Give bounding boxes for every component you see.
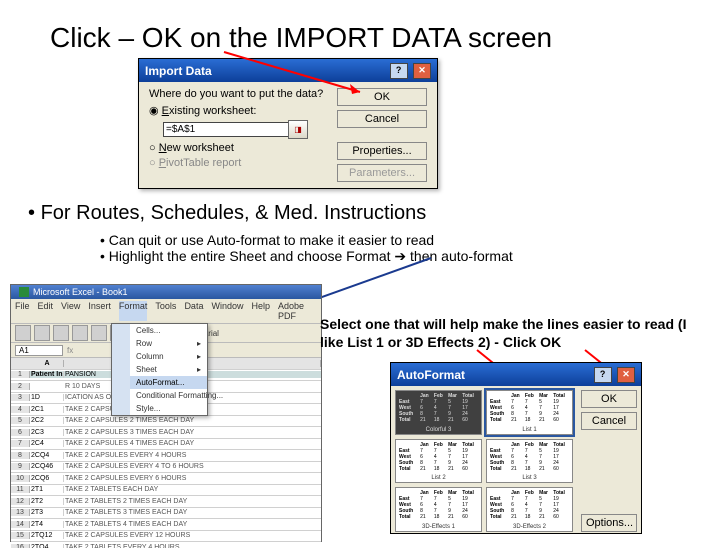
parameters-button[interactable]: Parameters... xyxy=(337,164,427,182)
preview-list-2[interactable]: JanFebMarTotalEast77519West64717South879… xyxy=(395,439,482,484)
menu-item-row[interactable]: Row▸ xyxy=(112,337,207,350)
help-button[interactable]: ? xyxy=(390,63,408,79)
help-button[interactable]: ? xyxy=(594,367,612,383)
range-picker-icon[interactable]: ◨ xyxy=(288,120,308,139)
excel-title-text: Microsoft Excel - Book1 xyxy=(33,287,128,297)
preview-3d-effects-2[interactable]: JanFebMarTotalEast77519West64717South879… xyxy=(486,487,573,532)
ok-button[interactable]: OK xyxy=(337,88,427,106)
cancel-button[interactable]: Cancel xyxy=(337,110,427,128)
table-row[interactable]: 62C3TAKE 2 CAPSULES 3 TIMES EACH DAY xyxy=(11,427,321,439)
format-menu-dropdown[interactable]: Cells...Row▸Column▸Sheet▸AutoFormat...Co… xyxy=(111,323,208,416)
instruction-text: Select one that will help make the lines… xyxy=(320,316,710,351)
excel-titlebar: Microsoft Excel - Book1 xyxy=(11,285,321,299)
close-icon[interactable]: ✕ xyxy=(617,367,635,383)
menu-tools[interactable]: Tools xyxy=(155,301,176,321)
table-row[interactable]: 142T4TAKE 2 TABLETS 4 TIMES EACH DAY xyxy=(11,519,321,531)
then-arrow-icon: ➔ xyxy=(394,248,406,264)
bullet-sub-1: Can quit or use Auto-format to make it e… xyxy=(100,232,513,248)
menu-format[interactable]: Format xyxy=(119,301,148,321)
toolbar-icon[interactable] xyxy=(72,325,88,341)
menu-item-conditional-formatting[interactable]: Conditional Formatting... xyxy=(112,389,207,402)
autoformat-titlebar: AutoFormat ? ✕ xyxy=(391,363,641,386)
page-title: Click – OK on the IMPORT DATA screen xyxy=(50,22,552,54)
toolbar-icon[interactable] xyxy=(15,325,31,341)
radio-pivot-report[interactable]: ○ PivotTable report xyxy=(149,157,331,169)
table-row[interactable]: 152TQ12TAKE 2 CAPSULES EVERY 12 HOURS xyxy=(11,531,321,543)
autoformat-preview-grid[interactable]: JanFebMarTotalEast77519West64717South879… xyxy=(391,386,577,536)
ok-button[interactable]: OK xyxy=(581,390,637,408)
menu-file[interactable]: File xyxy=(15,301,30,321)
excel-logo-icon xyxy=(19,287,29,297)
bullet-main: For Routes, Schedules, & Med. Instructio… xyxy=(28,202,426,225)
menu-item-autoformat[interactable]: AutoFormat... xyxy=(112,376,207,389)
radio-existing-worksheet[interactable]: ◉ EExisting worksheet:xisting worksheet: xyxy=(149,104,331,117)
autoformat-dialog: AutoFormat ? ✕ JanFebMarTotalEast77519We… xyxy=(390,362,642,534)
dialog-prompt: Where do you want to put the data? xyxy=(149,88,331,100)
table-row[interactable]: 52C2TAKE 2 CAPSULES 2 TIMES EACH DAY xyxy=(11,416,321,428)
table-row[interactable]: 112T1TAKE 2 TABLETS EACH DAY xyxy=(11,485,321,497)
preview-list-1[interactable]: JanFebMarTotalEast77519West64717South879… xyxy=(486,390,573,435)
menu-item-sheet[interactable]: Sheet▸ xyxy=(112,363,207,376)
preview-list-3[interactable]: JanFebMarTotalEast77519West64717South879… xyxy=(486,439,573,484)
excel-window: Microsoft Excel - Book1 File Edit View Inse… xyxy=(10,284,322,542)
menu-item-style[interactable]: Style... xyxy=(112,402,207,415)
table-row[interactable]: 122T2TAKE 2 TABLETS 2 TIMES EACH DAY xyxy=(11,496,321,508)
toolbar-icon[interactable] xyxy=(53,325,69,341)
table-row[interactable]: 72C4TAKE 2 CAPSULES 4 TIMES EACH DAY xyxy=(11,439,321,451)
menu-window[interactable]: Window xyxy=(211,301,243,321)
preview-3d-effects-1[interactable]: JanFebMarTotalEast77519West64717South879… xyxy=(395,487,482,532)
bullet-sub-2b: then auto-format xyxy=(406,248,513,264)
radio-new-worksheet[interactable]: ○ New worksheet xyxy=(149,142,331,154)
excel-menubar[interactable]: File Edit View Insert Format Tools Data Window H… xyxy=(11,299,321,324)
toolbar-icon[interactable] xyxy=(91,325,107,341)
table-row[interactable]: 92CQ46TAKE 2 CAPSULES EVERY 4 TO 6 HOURS xyxy=(11,462,321,474)
menu-item-cells[interactable]: Cells... xyxy=(112,324,207,337)
properties-button[interactable]: Properties... xyxy=(337,142,427,160)
name-box[interactable]: A1 xyxy=(15,345,63,356)
menu-adobe-pdf[interactable]: Adobe PDF xyxy=(278,301,317,321)
cell-reference-input[interactable] xyxy=(163,122,289,137)
bullet-sub-2a: Highlight the entire Sheet and choose Fo… xyxy=(109,248,395,264)
table-row[interactable]: 132T3TAKE 2 TABLETS 3 TIMES EACH DAY xyxy=(11,508,321,520)
close-icon[interactable]: ✕ xyxy=(413,63,431,79)
menu-help[interactable]: Help xyxy=(251,301,270,321)
menu-item-column[interactable]: Column▸ xyxy=(112,350,207,363)
table-row[interactable]: 102CQ6TAKE 2 CAPSULES EVERY 6 HOURS xyxy=(11,473,321,485)
import-data-dialog: Import Data ? ✕ Where do you want to put… xyxy=(138,58,438,189)
preview-colorful-3[interactable]: JanFebMarTotalEast77519West64717South879… xyxy=(395,390,482,435)
autoformat-title-text: AutoFormat xyxy=(397,368,465,382)
table-row[interactable]: 82CQ4TAKE 2 CAPSULES EVERY 4 HOURS xyxy=(11,450,321,462)
cancel-button[interactable]: Cancel xyxy=(581,412,637,430)
menu-data[interactable]: Data xyxy=(184,301,203,321)
col-a-header: Patient Instructions xyxy=(30,371,64,378)
menu-edit[interactable]: Edit xyxy=(38,301,54,321)
bullet-sub-2: Highlight the entire Sheet and choose Fo… xyxy=(100,248,513,265)
dialog-titlebar: Import Data ? ✕ xyxy=(139,59,437,82)
menu-view[interactable]: View xyxy=(61,301,80,321)
menu-insert[interactable]: Insert xyxy=(88,301,111,321)
options-button[interactable]: Options... xyxy=(581,514,637,532)
table-row[interactable]: 162TQ4TAKE 2 TABLETS EVERY 4 HOURS xyxy=(11,542,321,548)
dialog-title-text: Import Data xyxy=(145,64,212,78)
toolbar-icon[interactable] xyxy=(34,325,50,341)
